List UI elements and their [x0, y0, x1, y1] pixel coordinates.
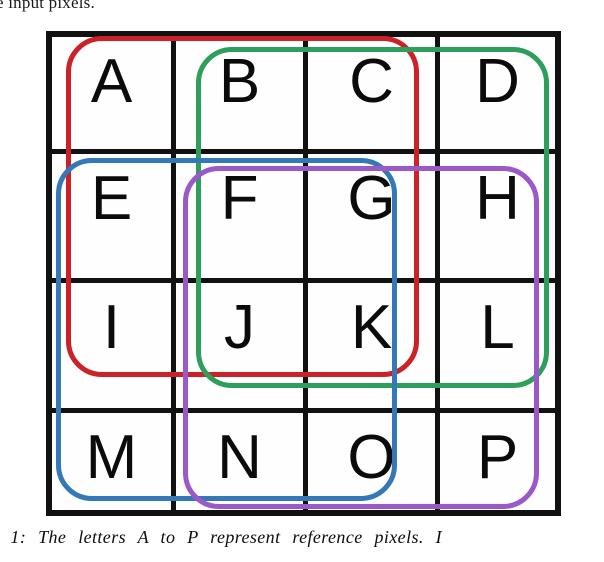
grid-cell-label-h: H — [475, 164, 520, 233]
grid-cell-p[interactable]: P — [440, 413, 555, 513]
grid-cell-label-d: D — [475, 47, 520, 116]
grid-cell-j[interactable]: J — [176, 283, 303, 408]
grid-cell-a[interactable]: A — [52, 37, 171, 149]
grid-cell-label-j: J — [224, 293, 255, 362]
grid-cell-label-g: G — [347, 164, 396, 233]
grid-cell-label-a: A — [90, 47, 133, 116]
grid-cell-e[interactable]: E — [52, 154, 171, 278]
grid-cell-b[interactable]: B — [176, 37, 303, 149]
grid-cell-k[interactable]: K — [308, 283, 435, 408]
grid-cell-label-b: B — [218, 47, 261, 116]
grid-cell-l[interactable]: L — [440, 283, 555, 408]
grid-cell-i[interactable]: I — [52, 283, 171, 408]
grid-cell-h[interactable]: H — [440, 154, 555, 278]
grid-cell-f[interactable]: F — [176, 154, 303, 278]
grid-cell-m[interactable]: M — [52, 413, 171, 513]
grid-cell-g[interactable]: G — [308, 154, 435, 278]
grid-cell-label-m: M — [85, 423, 138, 492]
figure-caption: ure 1: The letters A to P represent refe… — [0, 524, 604, 550]
grid-cell-label-i: I — [102, 293, 121, 362]
grid-cell-label-e: E — [90, 164, 133, 233]
grid-cell-label-p: P — [476, 423, 519, 492]
grid-cell-label-k: K — [350, 293, 393, 362]
grid-cell-c[interactable]: C — [308, 37, 435, 149]
grid-cell-o[interactable]: O — [308, 413, 435, 513]
grid-cell-label-l: L — [480, 293, 515, 362]
grid-cell-label-o: O — [347, 423, 396, 492]
figure-reference-pixels: A B C D E F G H I J K L M N O P — [0, 0, 604, 520]
grid-cell-d[interactable]: D — [440, 37, 555, 149]
grid-cell-n[interactable]: N — [176, 413, 303, 513]
grid-cell-label-f: F — [220, 164, 259, 233]
grid-cell-label-c: C — [349, 47, 394, 116]
figure-caption-text: ure 1: The letters A to P represent refe… — [0, 527, 443, 547]
grid-cell-label-n: N — [217, 423, 262, 492]
